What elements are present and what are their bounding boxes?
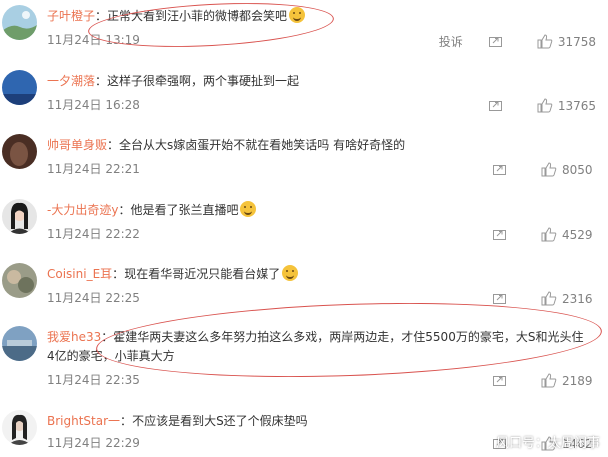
share-icon[interactable]	[493, 292, 507, 305]
comment-text: 全台从大s嫁卤蛋开始不就在看她笑话吗 有啥好奇怪的	[119, 138, 406, 152]
comment-item: Coisini_E耳：现在看华哥近况只能看台媒了 11月24日 22:25 23…	[0, 263, 608, 323]
comment-text: 他是看了张兰直播吧	[130, 203, 239, 217]
comment-time: 11月24日 16:28	[47, 98, 140, 112]
share-icon[interactable]	[488, 99, 503, 112]
like-count: 13765	[557, 98, 596, 113]
comment-item: 我爱he33：霍建华两夫妻这么多年努力拍这么多戏，两岸两边走，才住5500万的豪…	[0, 326, 608, 394]
laughing-emoji-icon	[240, 201, 257, 217]
comment-time: 11月24日 13:19	[47, 33, 140, 47]
comment-text-line: 一夕潮落：这样子很牵强啊，两个事硬扯到一起	[47, 74, 300, 88]
username-link[interactable]: 帅哥单身贩	[47, 138, 107, 152]
share-icon[interactable]	[493, 163, 507, 176]
like-icon[interactable]	[537, 98, 553, 113]
like-icon[interactable]	[541, 291, 557, 306]
comment-text: 这样子很牵强啊，两个事硬扯到一起	[107, 74, 300, 88]
avatar[interactable]	[2, 263, 37, 298]
laughing-emoji-icon	[289, 7, 306, 23]
username-link[interactable]: -大力出奇迹y	[47, 203, 118, 217]
comment-text: 现在看华哥近况只能看台媒了	[124, 267, 281, 281]
avatar[interactable]	[2, 410, 37, 445]
username-link[interactable]: 一夕潮落	[47, 74, 95, 88]
share-icon[interactable]	[493, 374, 507, 387]
avatar[interactable]	[2, 199, 37, 234]
like-icon[interactable]	[541, 373, 557, 388]
like-count: 4529	[562, 227, 593, 242]
comment-text-line: -大力出奇迹y：他是看了张兰直播吧	[47, 201, 598, 220]
watermark: 风口号：太周闲事	[495, 436, 600, 451]
share-icon[interactable]	[488, 35, 503, 48]
like-icon[interactable]	[537, 34, 553, 49]
username-link[interactable]: 子叶橙子	[47, 9, 95, 23]
comment-text: 不应该是看到大S还了个假床垫吗	[132, 414, 308, 428]
comment-actions: 4529	[493, 227, 596, 242]
comment-time: 11月24日 22:22	[47, 227, 140, 241]
avatar[interactable]	[2, 326, 37, 361]
like-icon[interactable]	[541, 162, 557, 177]
share-icon[interactable]	[493, 228, 507, 241]
comment-item: -大力出奇迹y：他是看了张兰直播吧 11月24日 22:22 4529	[0, 199, 608, 259]
comment-actions: 投诉 31758	[439, 33, 596, 50]
comment-text-line: 子叶橙子：正常大看到汪小菲的微博都会笑吧	[47, 7, 598, 26]
username-link[interactable]: Coisini_E耳	[47, 267, 112, 281]
comment-time: 11月24日 22:21	[47, 162, 140, 176]
avatar[interactable]	[2, 134, 37, 169]
comment-actions: 2316	[493, 291, 596, 306]
comment-text-line: 我爱he33：霍建华两夫妻这么多年努力拍这么多戏，两岸两边走，才住5500万的豪…	[47, 330, 584, 363]
comment-text-line: BrightStar一：不应该是看到大S还了个假床垫吗	[47, 414, 308, 428]
like-count: 2316	[562, 291, 593, 306]
comment-actions: 8050	[493, 162, 596, 177]
comment-time: 11月24日 22:29	[47, 436, 140, 450]
like-icon[interactable]	[541, 227, 557, 242]
comment-item: 子叶橙子：正常大看到汪小菲的微博都会笑吧 11月24日 13:19 投诉 317…	[0, 5, 608, 65]
comment-actions: 13765	[488, 98, 596, 113]
comment-item: 帅哥单身贩：全台从大s嫁卤蛋开始不就在看她笑话吗 有啥好奇怪的 11月24日 2…	[0, 134, 608, 194]
comment-time: 11月24日 22:35	[47, 373, 140, 387]
username-link[interactable]: BrightStar一	[47, 414, 120, 428]
like-count: 2189	[562, 373, 593, 388]
comment-text: 正常大看到汪小菲的微博都会笑吧	[107, 9, 288, 23]
avatar[interactable]	[2, 70, 37, 105]
crying-emoji-icon	[282, 265, 299, 281]
username-link[interactable]: 我爱he33	[47, 330, 101, 344]
avatar[interactable]	[2, 5, 37, 40]
report-button[interactable]: 投诉	[439, 33, 463, 50]
like-count: 31758	[557, 34, 596, 49]
comment-actions: 2189	[493, 373, 596, 388]
comment-text: 霍建华两夫妻这么多年努力拍这么多戏，两岸两边走，才住5500万的豪宅，大S和光头…	[47, 330, 584, 363]
comment-text-line: Coisini_E耳：现在看华哥近况只能看台媒了	[47, 265, 598, 284]
comment-time: 11月24日 22:25	[47, 291, 140, 305]
comment-item: 一夕潮落：这样子很牵强啊，两个事硬扯到一起 11月24日 16:28 13765	[0, 70, 608, 130]
comment-text-line: 帅哥单身贩：全台从大s嫁卤蛋开始不就在看她笑话吗 有啥好奇怪的	[47, 138, 406, 152]
like-count: 8050	[562, 162, 593, 177]
